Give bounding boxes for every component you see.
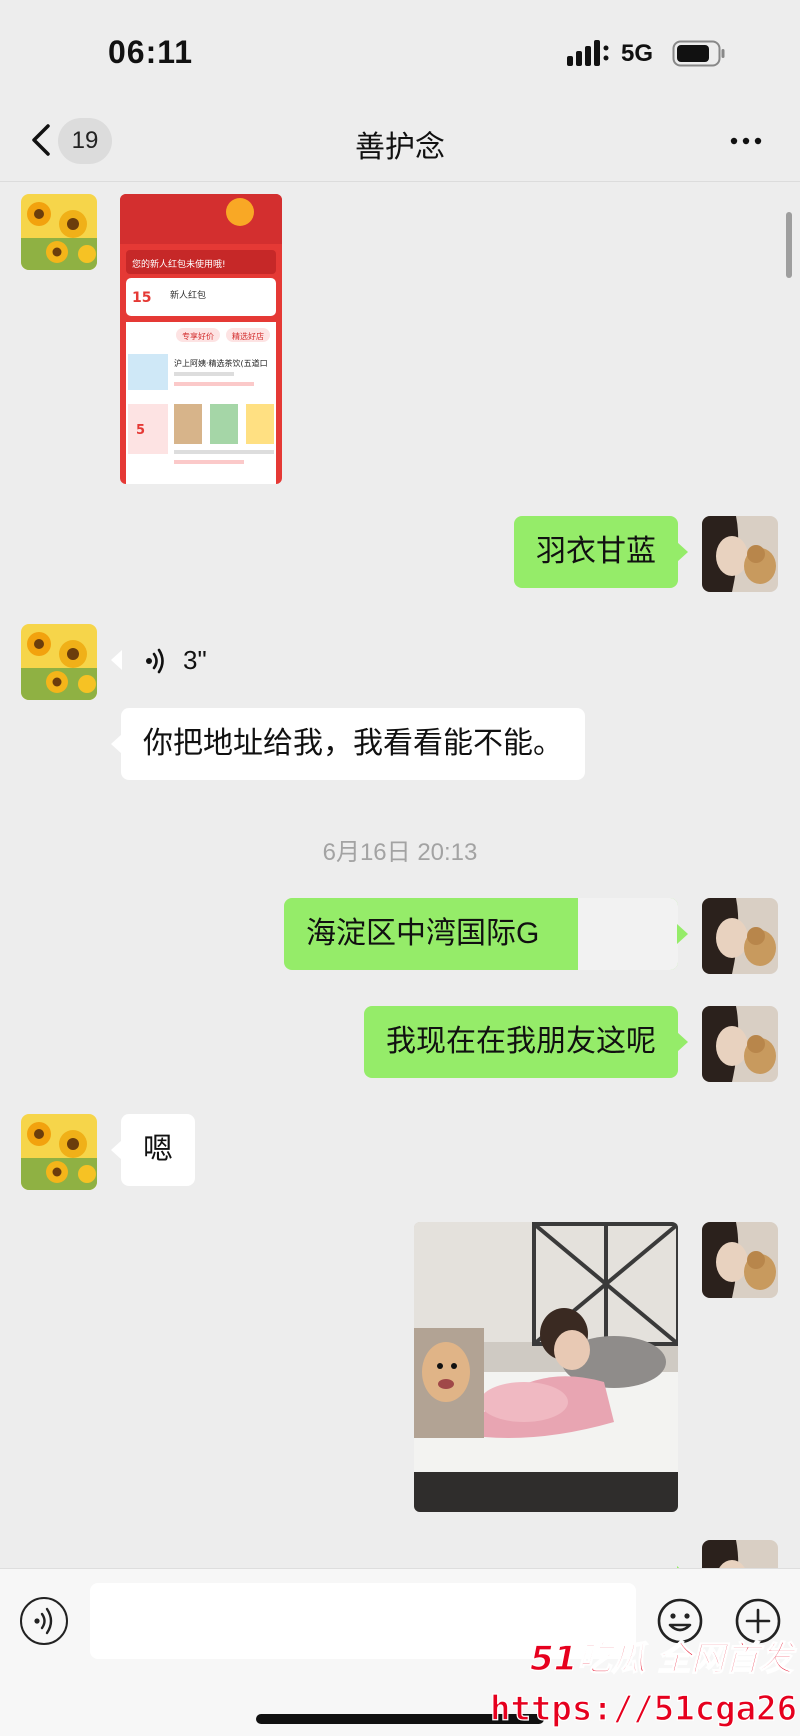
signal-bars-icon	[567, 40, 609, 66]
watermark-line1: 51吃瓜 全网首发	[530, 1639, 797, 1679]
site-watermark: 51吃瓜 全网首发 https://51cga26.com	[489, 1638, 800, 1729]
message-list[interactable]: 您的新人红包未使用哦! 15 新人红包 专享好价 精选好店 沪上阿姨·精选茶饮(…	[0, 182, 800, 1568]
network-type: 5G	[621, 40, 654, 67]
message-timestamp: 6月16日 20:13	[322, 839, 478, 866]
screenshot-label: 新人红包	[170, 289, 206, 301]
image-message[interactable]	[414, 1222, 678, 1512]
screenshot-shop: 沪上阿姨·精选茶饮(五道口	[174, 358, 268, 368]
screenshot-amount: 5	[136, 423, 145, 438]
chat-header: 19 善护念	[0, 100, 800, 182]
contact-avatar[interactable]	[21, 1114, 97, 1190]
chat-title: 善护念	[355, 131, 445, 164]
my-avatar[interactable]	[702, 1222, 778, 1298]
screenshot-tab: 专享好价	[182, 331, 214, 341]
contact-avatar[interactable]	[21, 194, 97, 270]
message-text: 海淀区中湾国际G	[306, 917, 540, 950]
status-time: 06:11	[108, 34, 194, 70]
watermark-line2: https://51cga26.com	[490, 1689, 800, 1729]
screenshot-tab: 精选好店	[232, 331, 264, 341]
message-bubble[interactable]: 海淀区中湾国际G	[284, 898, 688, 970]
my-avatar[interactable]	[702, 1006, 778, 1082]
voice-toggle-icon[interactable]	[20, 1597, 68, 1645]
voice-duration: 3"	[183, 645, 207, 675]
message-bubble[interactable]: 嗯	[111, 1114, 195, 1186]
scrollbar[interactable]	[786, 212, 792, 278]
my-avatar[interactable]	[702, 1540, 778, 1568]
my-avatar[interactable]	[702, 516, 778, 592]
screenshot-amount: 15	[132, 290, 151, 306]
voice-wave-icon	[146, 648, 164, 674]
message-bubble[interactable]: 我现在在我朋友这呢	[364, 1006, 688, 1078]
more-dots-icon[interactable]	[726, 126, 766, 156]
status-bar: 06:11 5G	[0, 0, 800, 100]
contact-avatar[interactable]	[21, 624, 97, 700]
message-bubble[interactable]: 羽衣甘蓝	[514, 516, 688, 588]
screenshot-banner: 您的新人红包未使用哦!	[132, 258, 226, 270]
redaction-block	[578, 898, 678, 970]
battery-icon	[672, 40, 725, 67]
image-message[interactable]: 您的新人红包未使用哦! 15 新人红包 专享好价 精选好店 沪上阿姨·精选茶饮(…	[120, 194, 282, 484]
my-avatar[interactable]	[702, 898, 778, 974]
message-bubble[interactable]: 你把地址给我，我看看能不能。	[111, 708, 585, 780]
